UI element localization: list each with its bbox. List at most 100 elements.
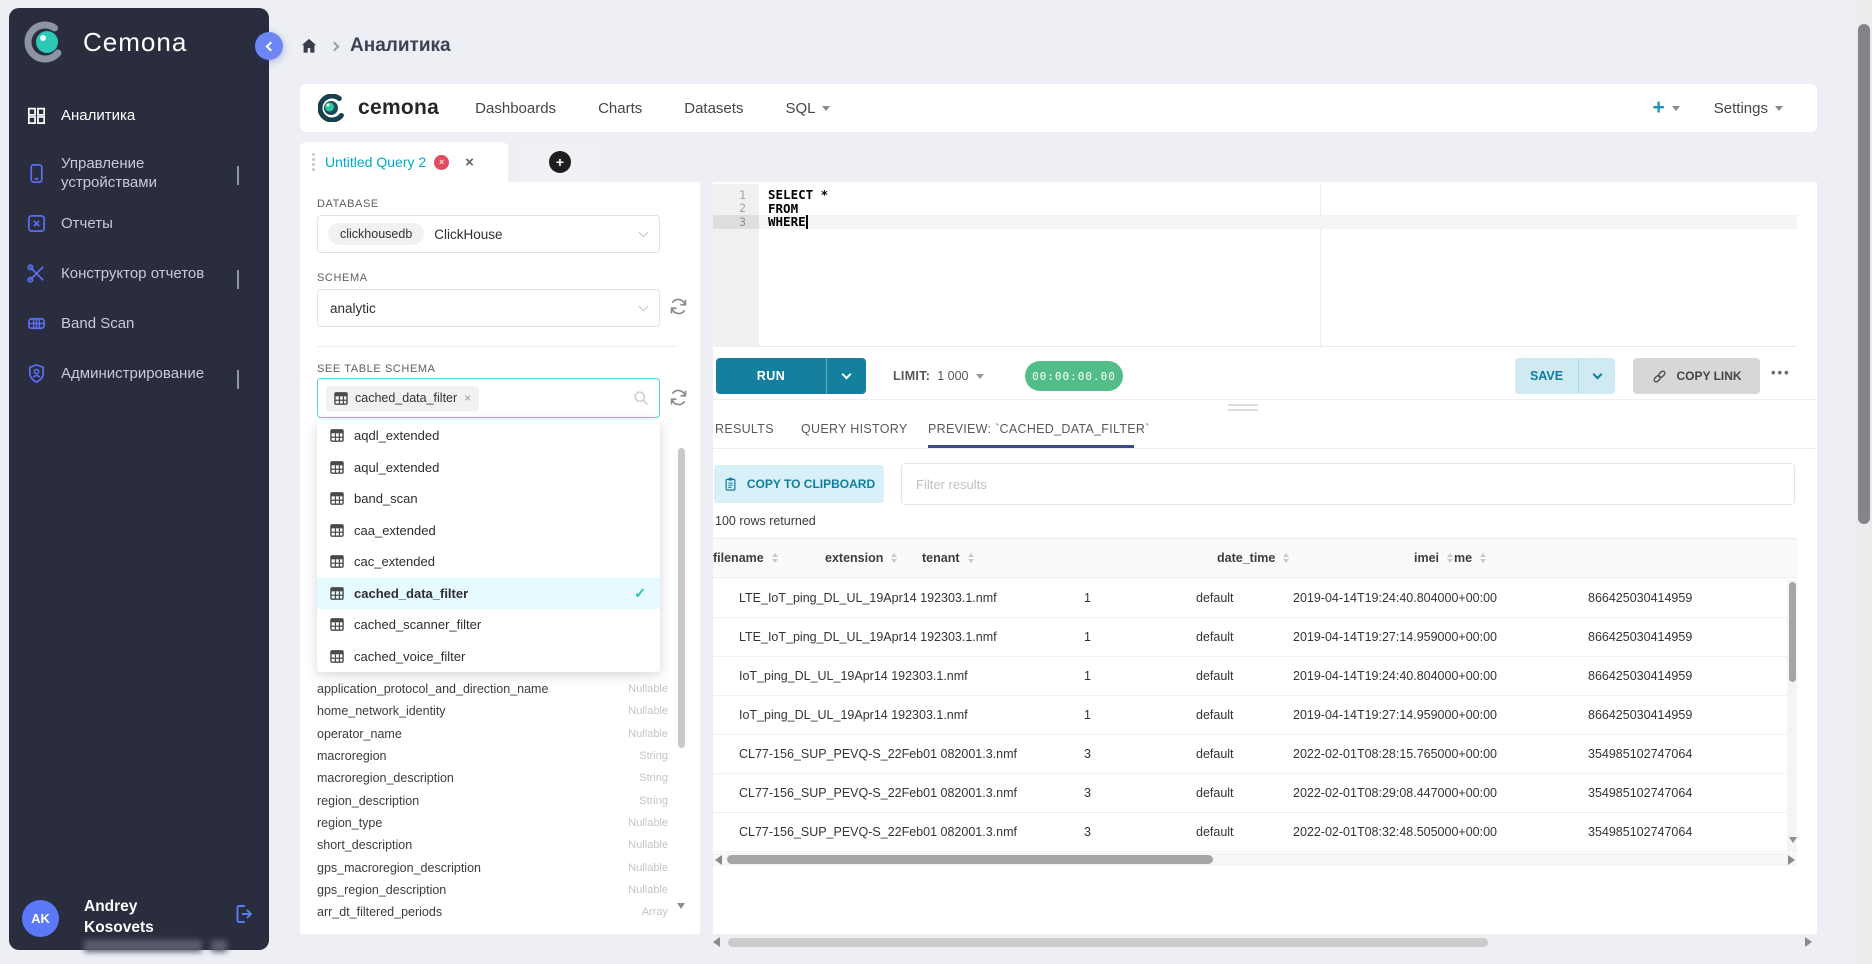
tab-query-history[interactable]: QUERY HISTORY — [801, 422, 907, 448]
column-header[interactable]: me — [1454, 539, 1486, 577]
table-dropdown-item[interactable]: aqul_extended ✓ — [317, 452, 660, 484]
avatar[interactable]: AK — [22, 900, 59, 937]
sort-icon[interactable] — [1480, 553, 1486, 563]
column-header[interactable]: imei — [1414, 539, 1454, 577]
nav-sql[interactable]: SQL — [785, 100, 830, 117]
more-options-button[interactable]: ••• — [1771, 365, 1791, 380]
table-horizontal-scrollbar-thumb[interactable] — [727, 855, 1213, 864]
table-dropdown-item[interactable]: caa_extended ✓ — [317, 515, 660, 547]
sidebar-item-reports[interactable]: Отчеты — [9, 204, 269, 244]
home-icon[interactable] — [299, 36, 319, 56]
column-type: Nullable — [620, 728, 668, 740]
sidebar-item-label: Отчеты — [61, 214, 223, 233]
scroll-right-arrow-icon[interactable] — [1788, 855, 1795, 865]
sidebar-item-band-scan[interactable]: Band Scan — [9, 304, 269, 344]
limit-dropdown[interactable]: LIMIT: 1 000 — [893, 352, 984, 400]
results-table-body: LTE_IoT_ping_DL_UL_19Apr14 192303.1.nmf … — [713, 579, 1797, 852]
sort-icon[interactable] — [1283, 553, 1289, 563]
remove-table-icon[interactable]: × — [464, 391, 471, 405]
column-name: arr_dt_filtered_periods — [317, 905, 442, 919]
window-scrollbar-thumb[interactable] — [1858, 24, 1870, 524]
close-tab-icon[interactable]: × — [465, 154, 474, 171]
settings-menu[interactable]: Settings — [1714, 100, 1783, 117]
cell-filename: CL77-156_SUP_PEVQ-S_22Feb01 082001.3.nmf — [713, 735, 1084, 773]
table-dropdown-item[interactable]: cached_scanner_filter ✓ — [317, 609, 660, 641]
table-column-row: gps_region_description Nullable — [317, 879, 668, 901]
sort-icon[interactable] — [891, 553, 897, 563]
table-dropdown-item[interactable]: cached_data_filter ✓ — [317, 578, 660, 610]
table-row[interactable]: IoT_ping_DL_UL_19Apr14 192303.1.nmf 1 de… — [713, 657, 1797, 696]
table-dropdown-item[interactable]: aqdl_extended ✓ — [317, 420, 660, 452]
column-header[interactable]: extension — [825, 539, 922, 577]
table-row[interactable]: LTE_IoT_ping_DL_UL_19Apr14 192303.1.nmf … — [713, 618, 1797, 657]
table-row[interactable]: LTE_IoT_ping_DL_UL_19Apr14 192303.1.nmf … — [713, 579, 1797, 618]
drag-handle-icon[interactable] — [312, 153, 315, 171]
table-row[interactable]: IoT_ping_DL_UL_19Apr14 192303.1.nmf 1 de… — [713, 696, 1797, 735]
table-row[interactable]: CL77-156_SUP_PEVQ-S_22Feb01 082001.3.nmf… — [713, 813, 1797, 852]
run-button[interactable]: RUN — [716, 358, 866, 394]
nav-datasets[interactable]: Datasets — [684, 100, 743, 117]
sidebar-item-device-management[interactable]: Управление устройствами — [9, 146, 269, 202]
scroll-right-arrow-icon[interactable] — [1805, 937, 1812, 947]
column-type: String — [631, 772, 668, 784]
run-options-caret[interactable] — [826, 358, 866, 394]
table-column-row: region_description String — [317, 789, 668, 811]
new-item-button[interactable]: + — [1653, 98, 1680, 118]
sidebar-item-analytics[interactable]: Аналитика — [9, 96, 269, 136]
table-column-row: macroregion_description String — [317, 767, 668, 789]
sidebar-item-administration[interactable]: Администрирование — [9, 354, 269, 394]
sidebar-item-label: Администрирование — [61, 364, 223, 383]
line-number: 3 — [713, 215, 759, 229]
nav-charts[interactable]: Charts — [598, 100, 642, 117]
table-row[interactable]: CL77-156_SUP_PEVQ-S_22Feb01 082001.3.nmf… — [713, 735, 1797, 774]
scroll-down-arrow-icon[interactable] — [677, 903, 685, 909]
column-header[interactable]: tenant — [922, 539, 1217, 577]
table-dropdown-item-label: cached_scanner_filter — [354, 617, 481, 632]
query-tab[interactable]: Untitled Query 2 × × — [300, 142, 508, 182]
table-row[interactable]: CL77-156_SUP_PEVQ-S_22Feb01 082001.3.nmf… — [713, 774, 1797, 813]
refresh-tables-icon[interactable] — [668, 387, 689, 408]
scroll-left-arrow-icon[interactable] — [713, 937, 720, 947]
table-vertical-scrollbar-thumb[interactable] — [1789, 582, 1796, 682]
run-button-label[interactable]: RUN — [716, 358, 826, 394]
nav-dashboards[interactable]: Dashboards — [475, 100, 556, 117]
column-type: Nullable — [620, 862, 668, 874]
sidebar-item-report-builder[interactable]: Конструктор отчетов — [9, 254, 269, 294]
pane-resize-handle[interactable] — [1228, 404, 1258, 414]
cell-extension: 1 — [1084, 657, 1196, 695]
table-dropdown-item[interactable]: band_scan ✓ — [317, 483, 660, 515]
refresh-schema-icon[interactable] — [668, 296, 689, 317]
column-name: operator_name — [317, 727, 402, 741]
table-dropdown-item[interactable]: cached_voice_filter ✓ — [317, 641, 660, 673]
sqllab-left-pane: DATABASE clickhousedb ClickHouse SCHEMA … — [300, 182, 700, 934]
copy-to-clipboard-button[interactable]: COPY TO CLIPBOARD — [714, 465, 884, 503]
database-select[interactable]: clickhousedb ClickHouse — [317, 215, 660, 253]
logout-icon[interactable] — [232, 902, 256, 926]
copy-link-button[interactable]: COPY LINK — [1633, 358, 1760, 394]
cell-filename: LTE_IoT_ping_DL_UL_19Apr14 192303.1.nmf — [713, 618, 1084, 656]
scroll-down-arrow-icon[interactable] — [1789, 837, 1797, 843]
pane-horizontal-scrollbar[interactable] — [713, 936, 1813, 949]
filter-results-input[interactable] — [901, 463, 1795, 505]
pane-horizontal-scrollbar-thumb[interactable] — [728, 938, 1488, 947]
tab-results[interactable]: RESULTS — [715, 422, 774, 448]
scroll-left-arrow-icon[interactable] — [715, 855, 722, 865]
sql-editor[interactable]: 1 SELECT * 2 FROM 3 WHERE — [713, 184, 1797, 347]
save-button-label[interactable]: SAVE — [1515, 358, 1578, 394]
sidebar-collapse-button[interactable] — [255, 32, 283, 60]
table-dropdown-item[interactable]: cac_extended ✓ — [317, 546, 660, 578]
link-icon — [1651, 368, 1668, 385]
sort-icon[interactable] — [1447, 553, 1453, 563]
column-header[interactable]: date_time — [1217, 539, 1414, 577]
sort-icon[interactable] — [772, 553, 778, 563]
add-tab-button[interactable]: + — [519, 142, 601, 182]
cell-date-time: 2019-04-14T19:24:40.804000+00:00 — [1293, 579, 1588, 617]
table-multiselect[interactable]: cached_data_filter × — [317, 378, 660, 418]
schema-select[interactable]: analytic — [317, 289, 660, 327]
cell-date-time: 2019-04-14T19:24:40.804000+00:00 — [1293, 657, 1588, 695]
save-options-caret[interactable] — [1578, 358, 1615, 394]
column-header[interactable]: filename — [713, 539, 825, 577]
left-pane-scrollbar-thumb[interactable] — [678, 448, 685, 748]
sort-icon[interactable] — [968, 553, 974, 563]
save-button[interactable]: SAVE — [1515, 358, 1615, 394]
